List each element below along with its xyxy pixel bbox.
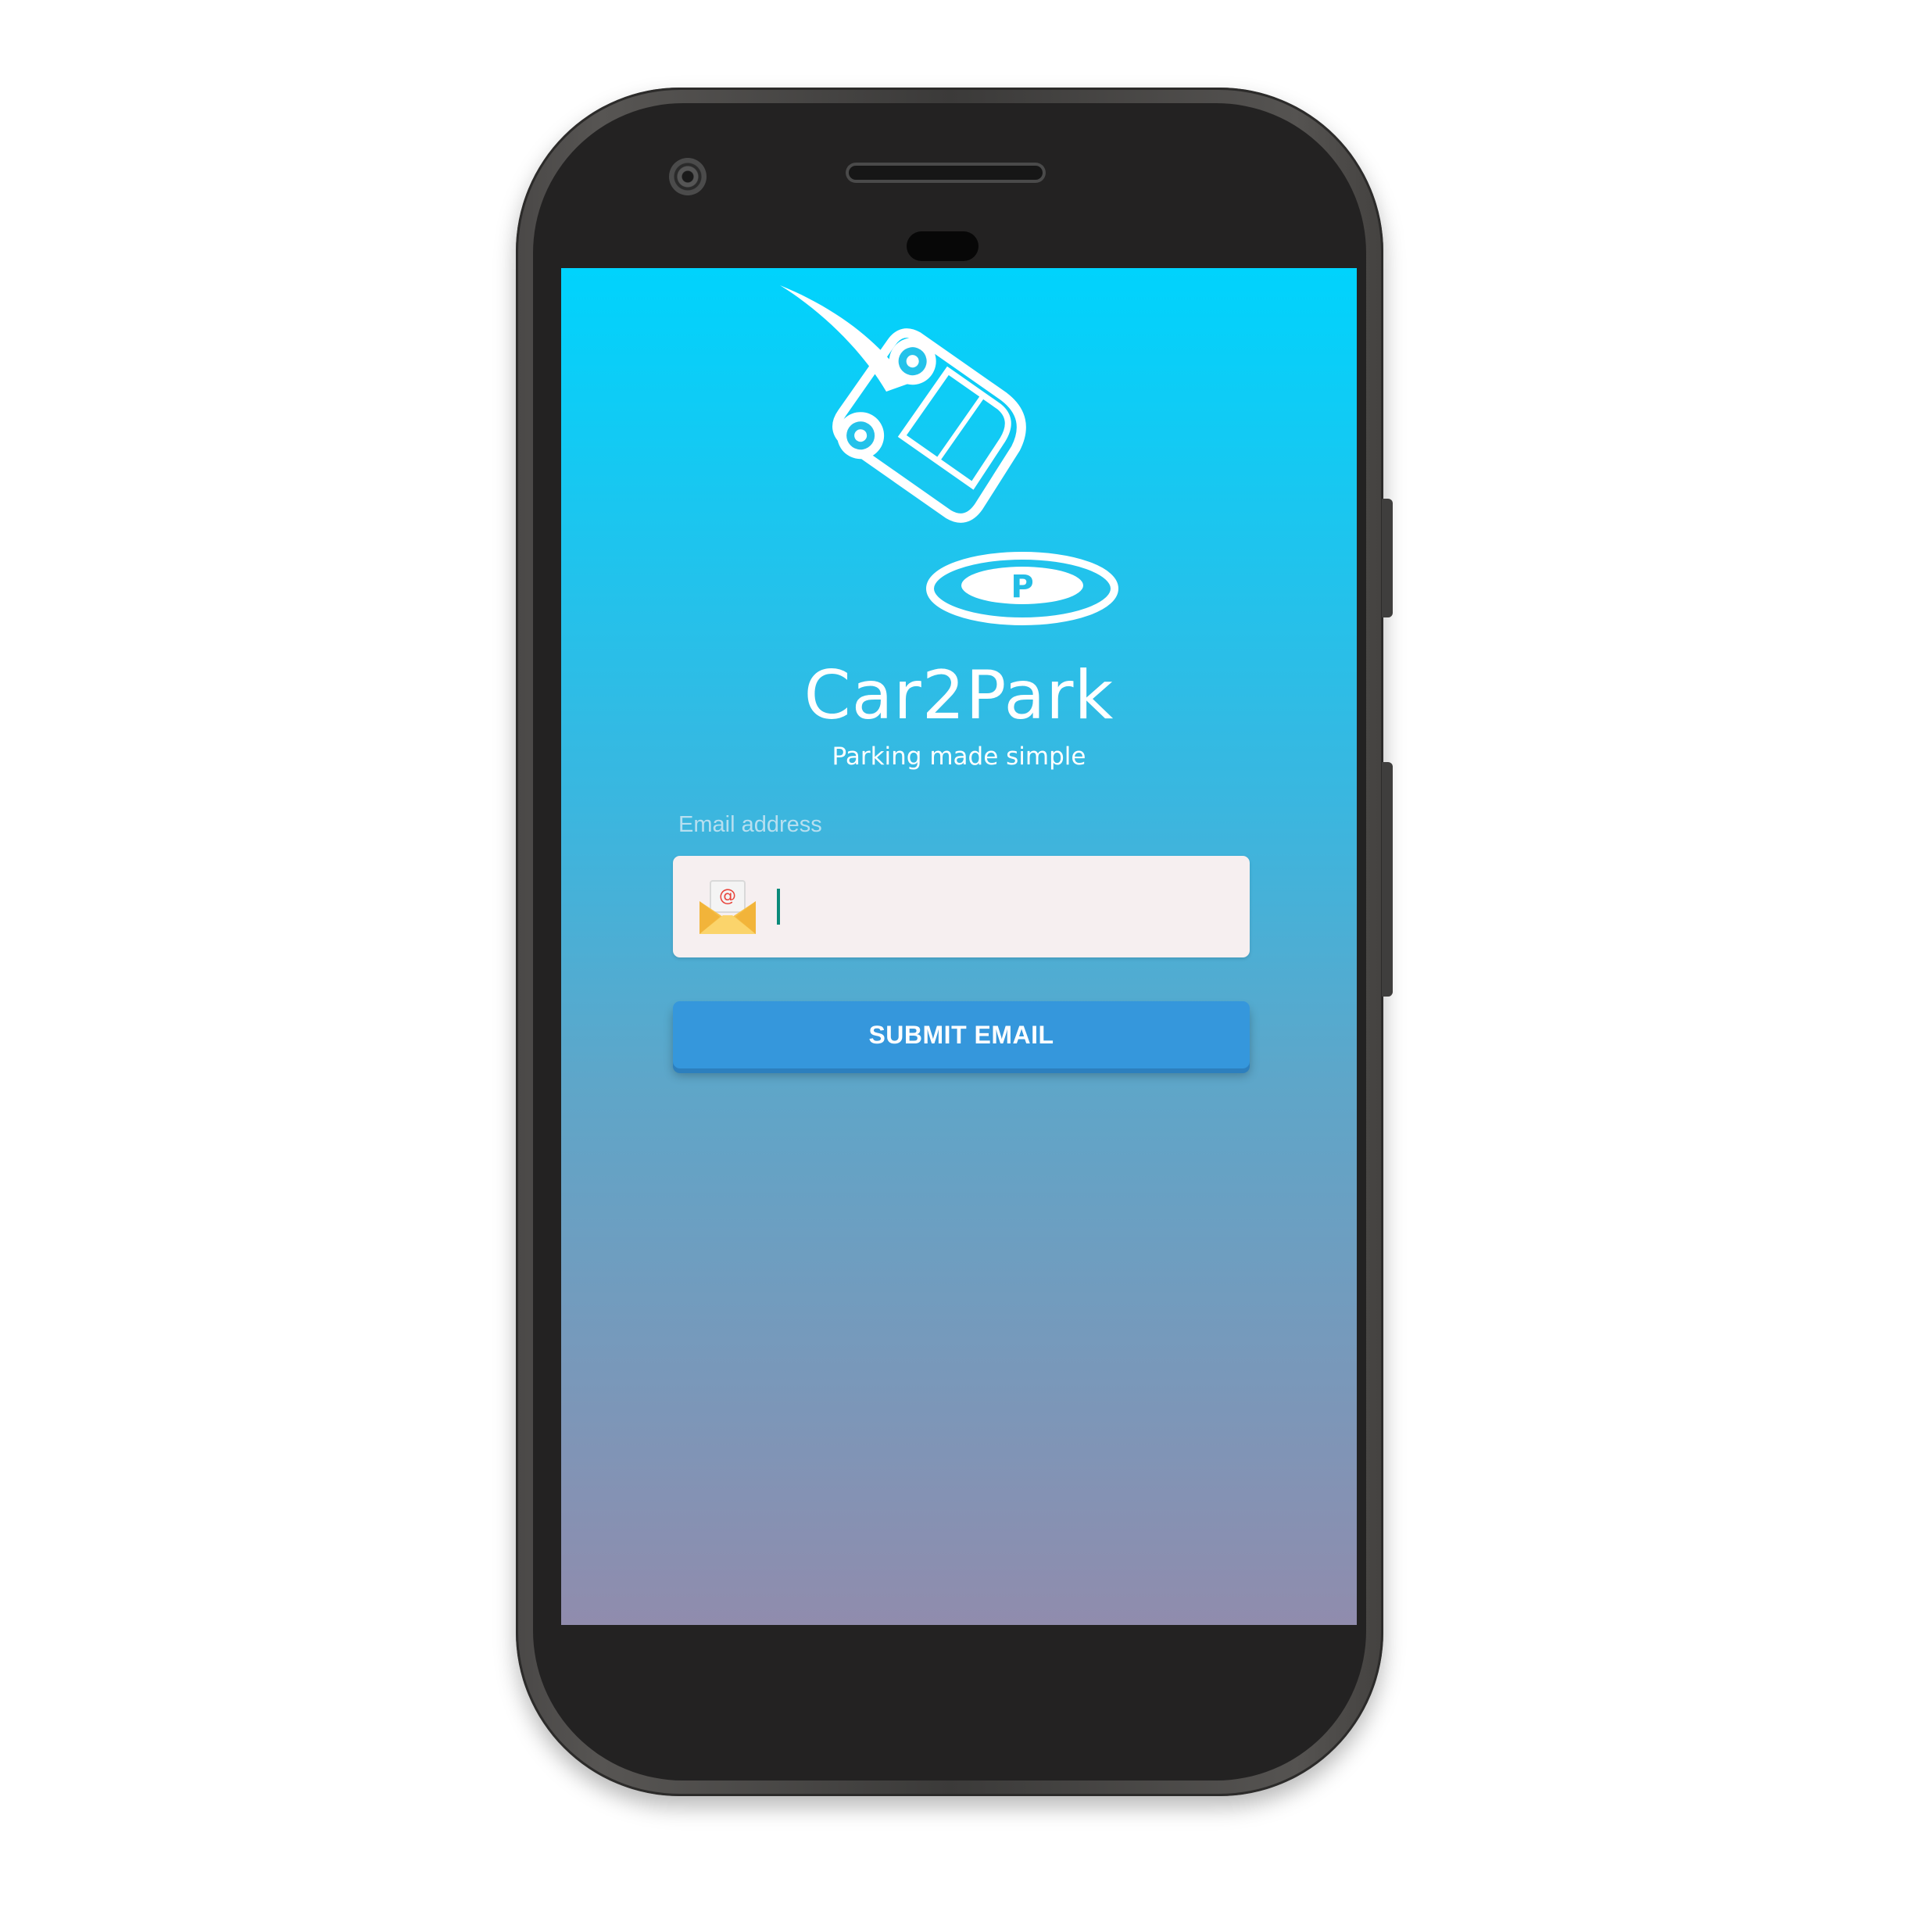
front-camera-icon [669, 158, 707, 195]
device-mockup: P Car2Park Parking made simple Email add… [0, 0, 1932, 1929]
svg-text:@: @ [719, 886, 736, 906]
volume-rocker [1382, 762, 1393, 997]
logo-letter: P [1011, 569, 1033, 605]
app-subtitle: Parking made simple [832, 743, 1086, 771]
earpiece-speaker [846, 163, 1046, 183]
email-label: Email address [678, 812, 822, 837]
text-cursor [777, 889, 780, 925]
app-screen: P Car2Park Parking made simple Email add… [561, 268, 1357, 1625]
proximity-sensor [907, 231, 979, 261]
car-parking-logo-icon: P [780, 285, 1118, 625]
app-title: Car2Park [803, 657, 1114, 735]
email-input[interactable] [773, 871, 1226, 942]
power-button [1382, 499, 1393, 617]
envelope-at-icon: @ [699, 880, 756, 934]
submit-email-button[interactable]: SUBMIT EMAIL [673, 1001, 1250, 1068]
email-field[interactable]: @ [673, 856, 1250, 957]
